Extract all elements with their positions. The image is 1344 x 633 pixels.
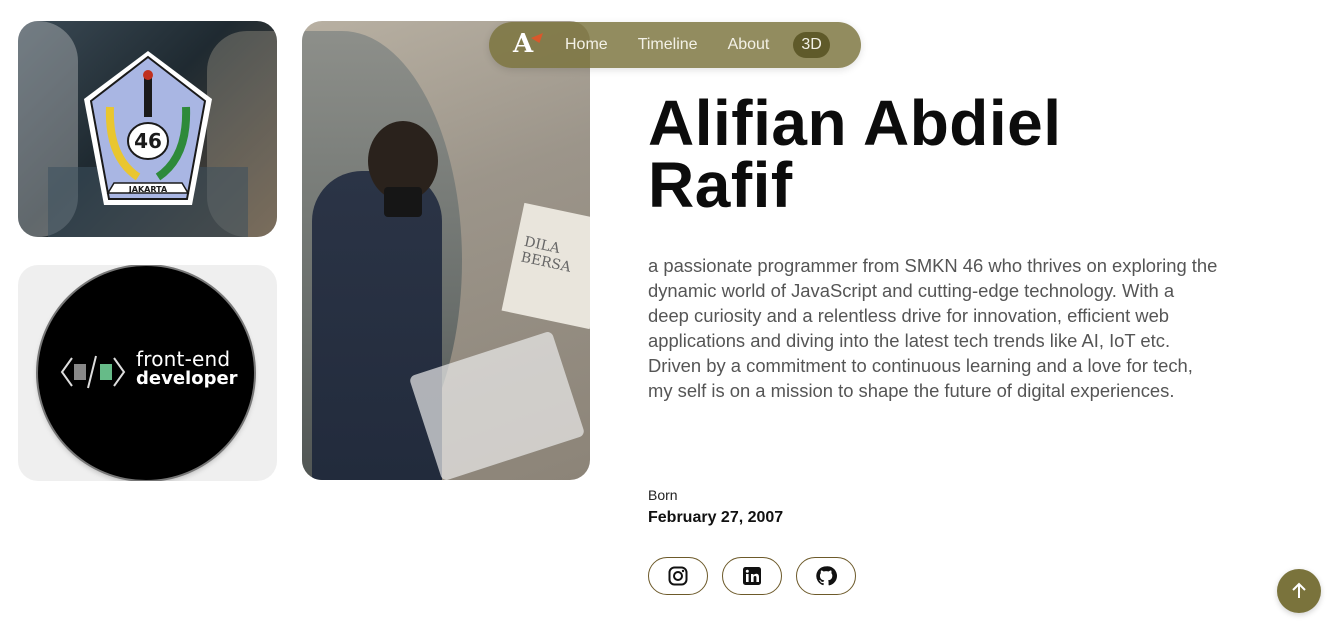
instagram-button[interactable] [648, 557, 708, 595]
school-logo-card: 46 JAKARTA [18, 21, 277, 237]
scroll-to-top-button[interactable] [1277, 569, 1321, 613]
camera-in-photo [384, 187, 422, 217]
github-icon [816, 566, 837, 586]
front-end-badge: front-end developer [38, 266, 254, 480]
born-label: Born [648, 487, 678, 503]
linkedin-icon [743, 567, 761, 585]
school-badge-number: 46 [134, 129, 162, 153]
linkedin-button[interactable] [722, 557, 782, 595]
social-links [648, 557, 856, 595]
site-logo[interactable]: A [511, 29, 545, 61]
front-end-developer-card: front-end developer [18, 265, 277, 481]
github-button[interactable] [796, 557, 856, 595]
nav-home-link[interactable]: Home [565, 36, 608, 54]
nav-timeline-link[interactable]: Timeline [638, 36, 698, 54]
profile-name: Alifian Abdiel Rafif [648, 91, 1248, 217]
code-brackets-icon [60, 355, 126, 389]
profile-bio: a passionate programmer from SMKN 46 who… [648, 255, 1218, 402]
nav-about-link[interactable]: About [728, 36, 770, 54]
arrow-up-icon [1292, 582, 1306, 598]
born-date: February 27, 2007 [648, 509, 784, 526]
school-badge-logo: 46 JAKARTA [84, 51, 212, 205]
school-badge-city: JAKARTA [128, 185, 168, 194]
profile-photo: DILA BERSA [302, 21, 590, 480]
instagram-icon [668, 566, 688, 586]
developer-label: developer [136, 368, 238, 389]
front-end-label: front-end [136, 347, 231, 371]
logo-letter: A [513, 29, 534, 59]
portfolio-page: 46 JAKARTA front-end developer DILA BERS… [0, 0, 1344, 633]
nav-3d-link[interactable]: 3D [793, 32, 830, 58]
top-navigation: A Home Timeline About 3D [489, 22, 861, 68]
profile-name-line2: Rafif [648, 149, 793, 221]
photo-board-text: DILA BERSA [519, 233, 573, 276]
